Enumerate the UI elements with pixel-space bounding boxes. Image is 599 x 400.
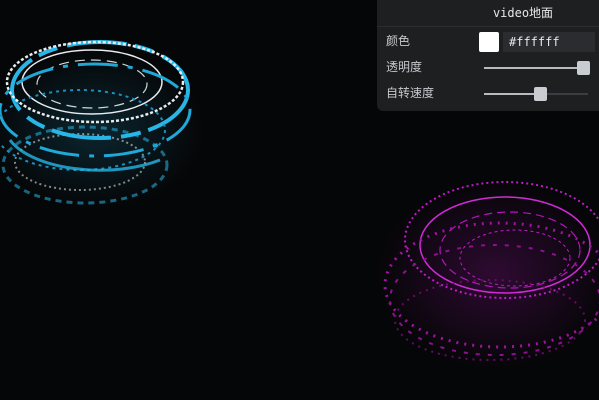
color-swatch[interactable] (479, 32, 499, 52)
panel-title[interactable]: video地面 (377, 0, 599, 27)
color-label: 颜色 (386, 34, 411, 48)
rotation-speed-label: 自转速度 (386, 86, 435, 100)
color-row: 颜色 #ffffff (377, 28, 599, 54)
rotation-speed-slider[interactable] (484, 87, 588, 101)
rotation-speed-row: 自转速度 (377, 80, 599, 106)
hologram-ring-cyan (0, 40, 205, 210)
controls-panel: video地面 颜色 #ffffff 透明度 自转速度 (377, 0, 599, 111)
opacity-slider[interactable] (484, 61, 590, 75)
color-hex-input[interactable]: #ffffff (503, 32, 595, 52)
opacity-row: 透明度 (377, 54, 599, 80)
rotation-speed-slider-handle[interactable] (534, 87, 548, 101)
opacity-slider-handle[interactable] (576, 61, 590, 75)
rotation-speed-slider-fill (484, 93, 541, 95)
hologram-ring-magenta (375, 180, 599, 370)
opacity-slider-fill (484, 67, 583, 69)
opacity-label: 透明度 (386, 60, 423, 74)
